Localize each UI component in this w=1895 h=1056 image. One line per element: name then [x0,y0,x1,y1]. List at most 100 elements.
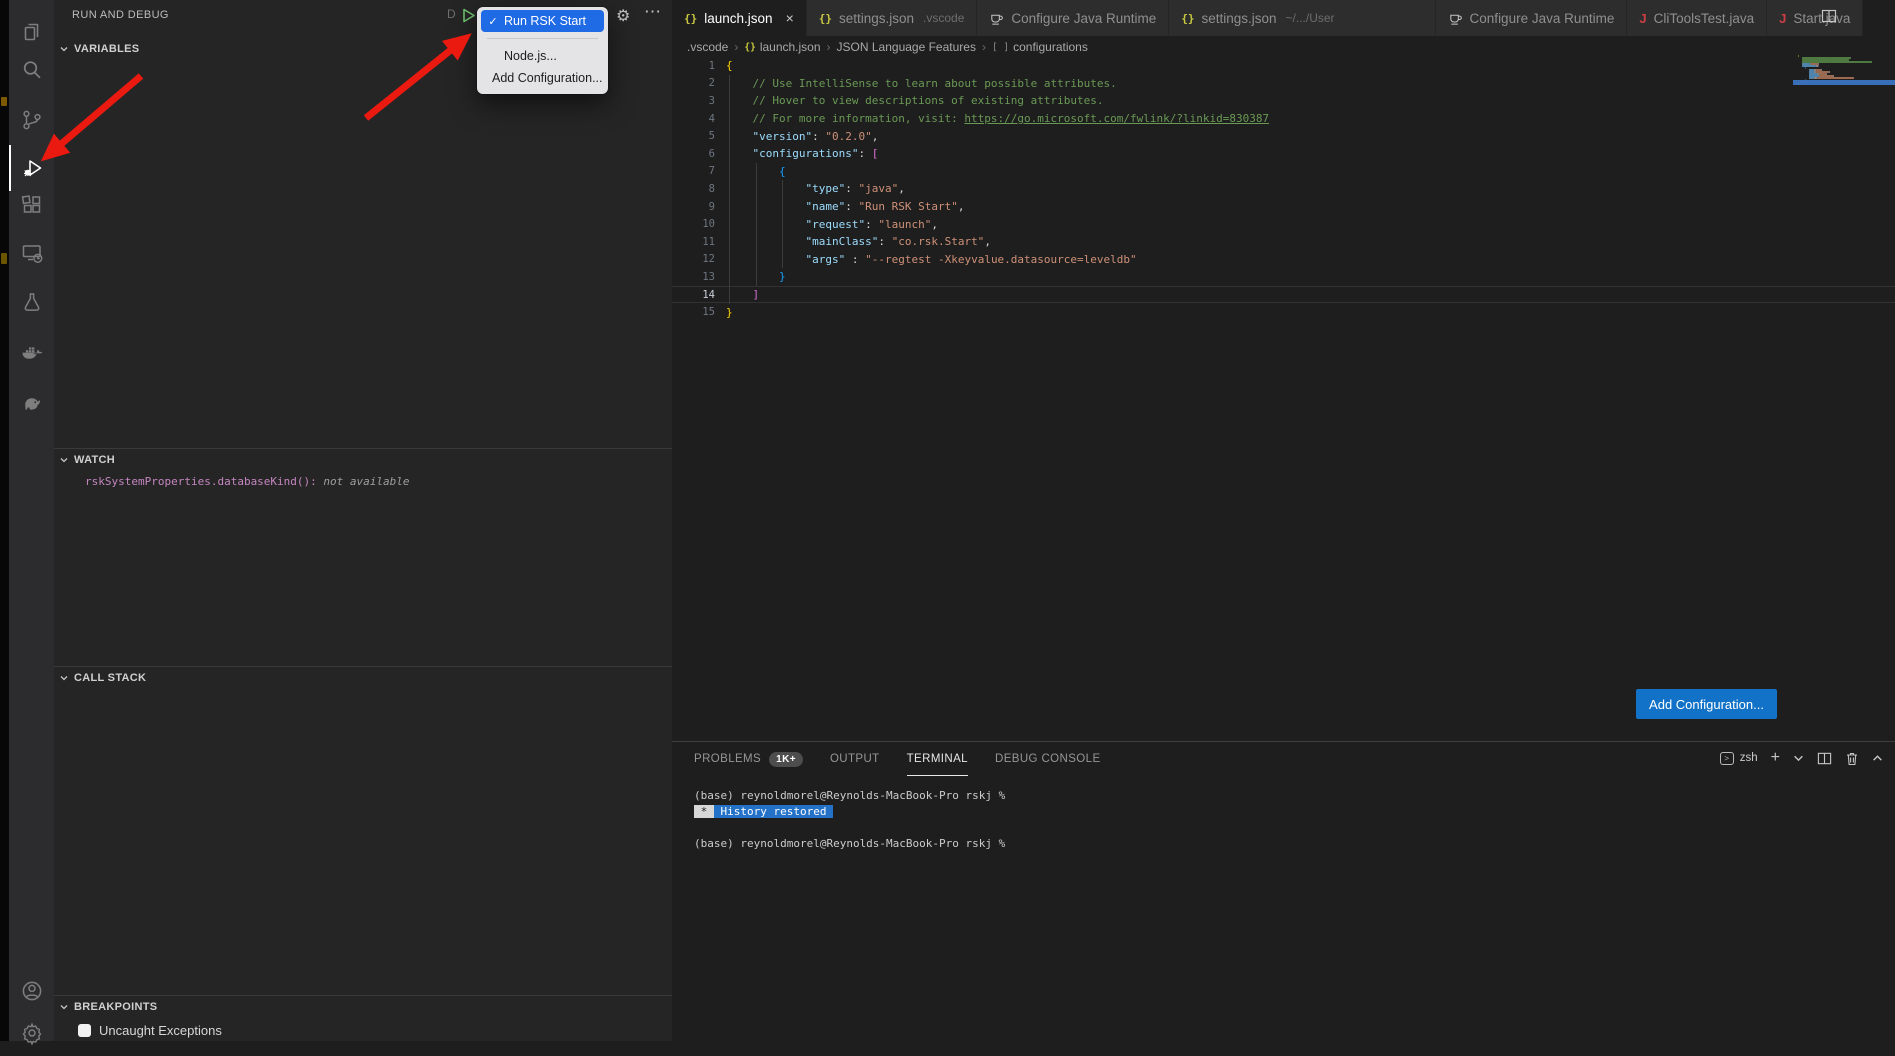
code-line-10[interactable]: 10 "request": "launch", [672,215,1895,233]
line-content: // Hover to view descriptions of existin… [726,94,1104,107]
watch-expression: rskSystemProperties.databaseKind(): [85,475,317,488]
indent-guide [756,163,757,286]
activity-bar-item-search[interactable] [9,47,54,93]
launch-profile-chevron-down-icon[interactable] [1793,753,1804,764]
kill-terminal-trash-icon[interactable] [1845,751,1859,766]
editor-tab-settings-json[interactable]: {}settings.json.vscode [807,0,978,36]
breakpoints-section-header[interactable]: BREAKPOINTS [54,996,672,1018]
watch-section-header[interactable]: WATCH [54,449,672,471]
panel-tab-terminal[interactable]: TERMINAL [907,742,968,776]
views-more-actions-icon[interactable]: ⋯ [644,2,661,22]
open-launch-json-gear-icon[interactable]: ⚙ [616,6,630,26]
panel-tab-debug-console[interactable]: DEBUG CONSOLE [995,742,1101,776]
menu-item-add-configuration[interactable]: Add Configuration... [481,67,604,89]
start-debugging-button[interactable] [459,6,478,30]
tab-detail: .vscode [923,11,964,25]
breadcrumb-item--vscode[interactable]: .vscode [687,40,728,54]
watch-expression-row[interactable]: rskSystemProperties.databaseKind(): not … [85,475,672,488]
editor-tab-start-java[interactable]: JStart.java [1767,0,1863,36]
screen-edge-strip [0,0,9,1041]
line-number: 15 [672,306,715,318]
line-content: "type": "java", [726,182,905,195]
java-runtime-cup-icon [1448,11,1463,26]
code-line-13[interactable]: 13 } [672,268,1895,286]
menu-item-label: Add Configuration... [492,71,603,85]
split-editor-icon[interactable] [1821,8,1837,29]
code-line-1[interactable]: 1{ [672,57,1895,75]
activity-bar-item-settings[interactable] [9,1010,54,1056]
panel-tab-label: OUTPUT [830,753,880,765]
activity-bar-item-docker[interactable] [9,329,54,375]
editor-tab-launch-json[interactable]: {}launch.json× [672,0,807,36]
bottom-panel: PROBLEMS 1K+ OUTPUT TERMINAL DEBUG CONSOLE >… [672,741,1895,1041]
activity-bar-item-accounts[interactable] [9,968,54,1014]
terminal-instance-item[interactable]: > zsh [1720,752,1758,765]
code-line-11[interactable]: 11 "mainClass": "co.rsk.Start", [672,233,1895,251]
activity-bar-item-gradle[interactable] [9,379,54,425]
terminal-output[interactable]: (base) reynoldmorel@Reynolds-MacBook-Pro… [694,788,1005,852]
editor-tab-configure-java-runtime[interactable]: Configure Java Runtime [977,0,1169,36]
minimap-current-line [1793,80,1895,85]
code-line-14[interactable]: 14 ] [672,286,1895,304]
java-runtime-cup-icon [989,11,1004,26]
line-number: 14 [672,289,715,301]
new-terminal-icon[interactable]: + [1771,750,1780,766]
activity-bar [9,0,54,1041]
editor-tab-clitoolstest-java[interactable]: JCliToolsTest.java [1627,0,1767,36]
code-line-2[interactable]: 2 // Use IntelliSense to learn about pos… [672,75,1895,93]
line-number: 8 [672,183,715,195]
menu-item-run-rsk-start[interactable]: ✓Run RSK Start [481,10,604,32]
editor-tab-configure-java-runtime[interactable]: Configure Java Runtime [1436,0,1628,36]
java-file-icon: J [1779,11,1786,26]
edge-mark [1,253,7,264]
breadcrumb-item-launch-json[interactable]: {}launch.json [744,40,820,54]
line-number: 5 [672,130,715,142]
activity-bar-item-extensions[interactable] [9,182,54,228]
activity-bar-item-testing[interactable] [9,279,54,325]
java-file-icon: J [1639,11,1646,26]
code-line-4[interactable]: 4 // For more information, visit: https:… [672,110,1895,128]
code-line-12[interactable]: 12 "args" : "--regtest -Xkeyvalue.dataso… [672,251,1895,269]
activity-bar-item-source-control[interactable] [9,97,54,143]
code-line-8[interactable]: 8 "type": "java", [672,180,1895,198]
breadcrumb-item-json-language-features[interactable]: JSON Language Features [837,40,976,54]
terminal-line [694,820,1005,836]
split-terminal-icon[interactable] [1817,751,1832,766]
code-view[interactable]: 1{2 // Use IntelliSense to learn about p… [672,57,1895,321]
panel-tab-label: PROBLEMS [694,753,761,765]
breadcrumb-item-configurations[interactable]: [ ]configurations [992,40,1088,54]
call-stack-section-header[interactable]: CALL STACK [54,667,672,689]
code-line-3[interactable]: 3 // Hover to view descriptions of exist… [672,92,1895,110]
testing-icon [20,290,44,314]
terminal-toolbar: > zsh + [1720,750,1883,766]
json-file-icon: {} [1181,12,1194,25]
terminal-line: (base) reynoldmorel@Reynolds-MacBook-Pro… [694,836,1005,852]
breakpoint-row: Uncaught Exceptions [78,1023,672,1038]
code-line-6[interactable]: 6 "configurations": [ [672,145,1895,163]
add-configuration-button[interactable]: Add Configuration... [1636,689,1777,719]
maximize-panel-chevron-up-icon[interactable] [1872,753,1883,764]
line-number: 6 [672,148,715,160]
editor-tab-settings-json[interactable]: {}settings.json~/.../User [1169,0,1435,36]
tab-label: Configure Java Runtime [1470,11,1615,26]
menu-item-node-js[interactable]: Node.js... [481,45,604,67]
run-and-debug-sidebar: RUN AND DEBUG D ⚙ ⋯ VARIABLES WATCH rskS… [54,0,672,1041]
panel-tab-problems[interactable]: PROBLEMS 1K+ [694,742,803,776]
code-line-15[interactable]: 15} [672,303,1895,321]
close-tab-icon[interactable]: × [786,11,794,25]
gradle-icon [20,390,44,414]
breadcrumb-separator: › [734,40,738,54]
debug-config-partial-label: D [447,7,456,21]
line-number: 3 [672,95,715,107]
problems-count-badge: 1K+ [769,752,803,767]
source-control-icon [20,108,44,132]
uncaught-exceptions-checkbox[interactable] [78,1024,91,1037]
panel-tab-output[interactable]: OUTPUT [830,742,880,776]
line-number: 10 [672,218,715,230]
code-line-7[interactable]: 7 { [672,163,1895,181]
remote-explorer-icon [20,241,44,265]
activity-bar-item-remote-explorer[interactable] [9,230,54,276]
code-line-5[interactable]: 5 "version": "0.2.0", [672,127,1895,145]
code-line-9[interactable]: 9 "name": "Run RSK Start", [672,198,1895,216]
chevron-down-icon [59,455,69,465]
